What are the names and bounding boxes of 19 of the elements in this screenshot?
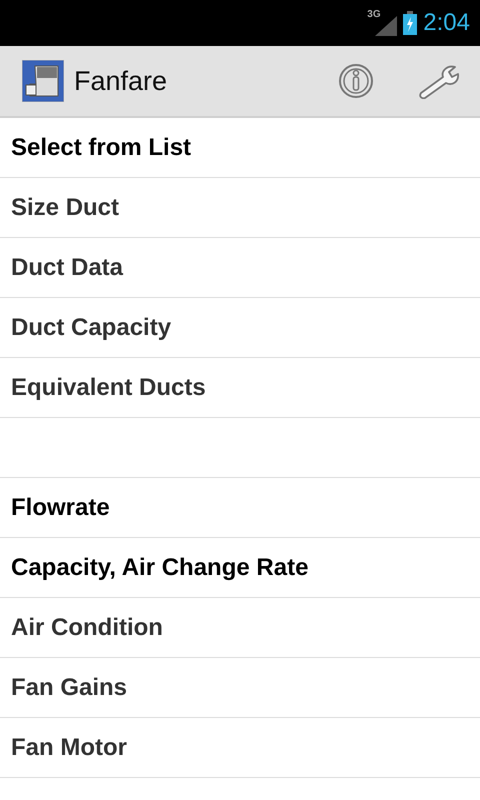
wrench-icon: [417, 63, 461, 99]
info-icon: [338, 63, 374, 99]
list-item[interactable]: Select from List: [0, 118, 480, 178]
list-item[interactable]: Fan Gains: [0, 658, 480, 718]
list-item[interactable]: Air Condition: [0, 598, 480, 658]
network-type: 3G: [367, 10, 381, 20]
list-item[interactable]: Duct Data: [0, 238, 480, 298]
list-item[interactable]: Equivalent Ducts: [0, 358, 480, 418]
clock: 2:04: [423, 11, 470, 35]
list-item[interactable]: Capacity, Air Change Rate: [0, 538, 480, 598]
list-item[interactable]: Duct Capacity: [0, 298, 480, 358]
list-item[interactable]: Size Duct: [0, 178, 480, 238]
signal-icon: [375, 16, 398, 36]
app-title: Fanfare: [74, 64, 168, 98]
info-button[interactable]: [336, 61, 376, 101]
battery-icon: [403, 11, 418, 35]
list-item[interactable]: Flowrate: [0, 478, 480, 538]
app-logo-icon[interactable]: [22, 60, 64, 102]
list-item[interactable]: Fan Motor: [0, 718, 480, 778]
